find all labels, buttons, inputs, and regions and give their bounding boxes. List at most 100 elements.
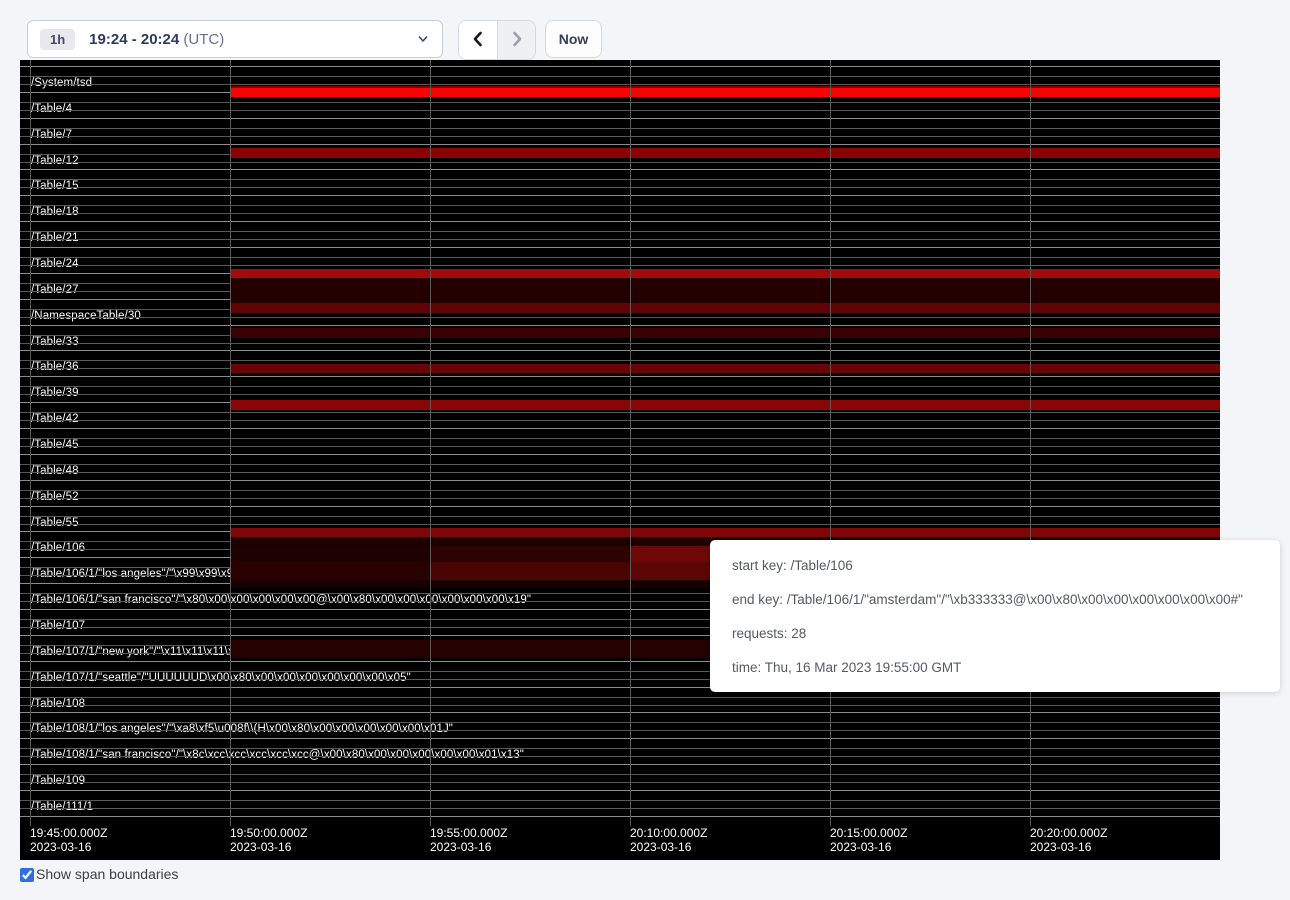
span-boundary-line: [20, 705, 1220, 706]
tooltip-line: time: Thu, 16 Mar 2023 19:55:00 GMT: [732, 651, 1258, 685]
span-boundary-line: [20, 808, 1220, 809]
x-axis-label: 20:15:00.000Z2023-03-16: [830, 826, 907, 854]
span-boundary-line: [20, 221, 1220, 222]
heatmap-cell[interactable]: [230, 528, 1220, 537]
footer-controls: Show span boundaries: [20, 866, 178, 882]
heatmap-cell[interactable]: [230, 269, 1220, 278]
row-label: /Table/52: [31, 491, 79, 503]
heatmap-cell[interactable]: [230, 303, 1220, 313]
row-label: /Table/107: [31, 620, 85, 632]
row-label: /Table/33: [31, 336, 79, 348]
span-boundary-line: [20, 506, 1220, 507]
row-label: /Table/36: [31, 361, 79, 373]
span-boundary-line: [20, 516, 1220, 517]
span-boundary-line: [20, 343, 1220, 344]
heatmap-cell[interactable]: [230, 400, 1220, 410]
heatmap-cell[interactable]: [230, 562, 430, 580]
span-boundary-line: [20, 446, 1220, 447]
time-gridline: [430, 60, 431, 826]
span-boundary-line: [20, 756, 1220, 757]
row-label: /Table/4: [31, 103, 72, 115]
tooltip-line: requests: 28: [732, 617, 1258, 651]
tooltip-line: end key: /Table/106/1/"amsterdam"/"\xb33…: [732, 583, 1258, 617]
span-boundary-line: [20, 394, 1220, 395]
span-boundary-line: [20, 730, 1220, 731]
span-boundary-line: [20, 162, 1220, 163]
row-label: /Table/106/1/"san francisco"/"\x80\x00\x…: [31, 594, 531, 606]
keyvis-canvas[interactable]: /System/tsd/Table/4/Table/7/Table/12/Tab…: [20, 60, 1220, 860]
span-boundary-line: [20, 712, 1220, 713]
span-boundary-line: [20, 247, 1220, 248]
row-label: /Table/42: [31, 413, 79, 425]
heatmap-cell[interactable]: [230, 148, 1220, 158]
time-gridline: [830, 60, 831, 826]
heatmap-cell[interactable]: [230, 328, 1220, 338]
row-label: /Table/18: [31, 206, 79, 218]
x-axis-label: 20:20:00.000Z2023-03-16: [1030, 826, 1107, 854]
span-boundary-line: [20, 480, 1220, 481]
span-boundary-line: [20, 144, 1220, 145]
time-range-select[interactable]: 1h 19:24 - 20:24 (UTC): [27, 20, 443, 58]
show-span-boundaries-label[interactable]: Show span boundaries: [36, 866, 178, 882]
row-label: /Table/106: [31, 542, 85, 554]
span-boundary-line: [20, 213, 1220, 214]
time-range-duration-badge: 1h: [40, 29, 75, 50]
span-boundary-line: [20, 66, 1220, 67]
row-label: /NamespaceTable/30: [31, 310, 141, 322]
time-range-timezone: (UTC): [179, 31, 224, 48]
row-label: /Table/108/1/"san francisco"/"\x8c\xcc\x…: [31, 749, 524, 761]
span-boundary-line: [20, 420, 1220, 421]
span-boundary-line: [20, 76, 1220, 77]
span-boundary-line: [20, 428, 1220, 429]
row-label: /Table/108/1/"los angeles"/"\xa8\xf5\u00…: [31, 723, 453, 735]
chevron-left-icon: [470, 30, 486, 51]
span-boundary-line: [20, 187, 1220, 188]
span-boundary-line: [20, 179, 1220, 180]
row-label: /Table/24: [31, 258, 79, 270]
heatmap-cell[interactable]: [230, 278, 1220, 303]
span-boundary-line: [20, 102, 1220, 103]
span-boundary-line: [20, 110, 1220, 111]
span-boundary-line: [20, 774, 1220, 775]
span-boundary-line: [20, 257, 1220, 258]
key-visualizer-page: 1h 19:24 - 20:24 (UTC) Now /System/tsd/T…: [0, 0, 1290, 900]
next-time-button[interactable]: [497, 21, 535, 59]
span-boundary-line: [20, 748, 1220, 749]
span-boundary-line: [20, 697, 1220, 698]
span-boundary-line: [20, 195, 1220, 196]
show-span-boundaries-checkbox[interactable]: [20, 868, 34, 882]
row-label: /Table/111/1: [31, 801, 93, 813]
span-boundary-line: [20, 464, 1220, 465]
span-boundary-line: [20, 386, 1220, 387]
row-label: /Table/55: [31, 517, 79, 529]
heatmap-cell[interactable]: [230, 88, 1220, 97]
heatmap-cell[interactable]: [430, 562, 630, 580]
chevron-down-icon: [416, 32, 430, 46]
span-boundary-line: [20, 454, 1220, 455]
span-boundary-line: [20, 764, 1220, 765]
prev-time-button[interactable]: [459, 21, 497, 59]
span-boundary-line: [20, 205, 1220, 206]
row-label: /Table/7: [31, 129, 72, 141]
span-boundary-line: [20, 800, 1220, 801]
heatmap-cell[interactable]: [230, 546, 430, 562]
span-boundary-line: [20, 790, 1220, 791]
span-boundary-line: [20, 498, 1220, 499]
span-boundary-line: [20, 350, 1220, 351]
heatmap-cell[interactable]: [230, 364, 1220, 373]
span-boundary-line: [20, 84, 1220, 85]
span-boundary-line: [20, 169, 1220, 170]
time-range-label: 19:24 - 20:24 (UTC): [89, 31, 224, 48]
chevron-right-icon: [509, 30, 525, 51]
heatmap-cell[interactable]: [430, 546, 630, 562]
span-boundary-line: [20, 816, 1220, 817]
span-boundary-line: [20, 128, 1220, 129]
span-boundary-line: [20, 265, 1220, 266]
span-boundary-line: [20, 782, 1220, 783]
cell-tooltip: start key: /Table/106end key: /Table/106…: [710, 540, 1280, 692]
span-boundary-line: [20, 239, 1220, 240]
span-boundary-line: [20, 524, 1220, 525]
tooltip-line: start key: /Table/106: [732, 549, 1258, 583]
now-button[interactable]: Now: [545, 20, 602, 58]
span-boundary-line: [20, 722, 1220, 723]
